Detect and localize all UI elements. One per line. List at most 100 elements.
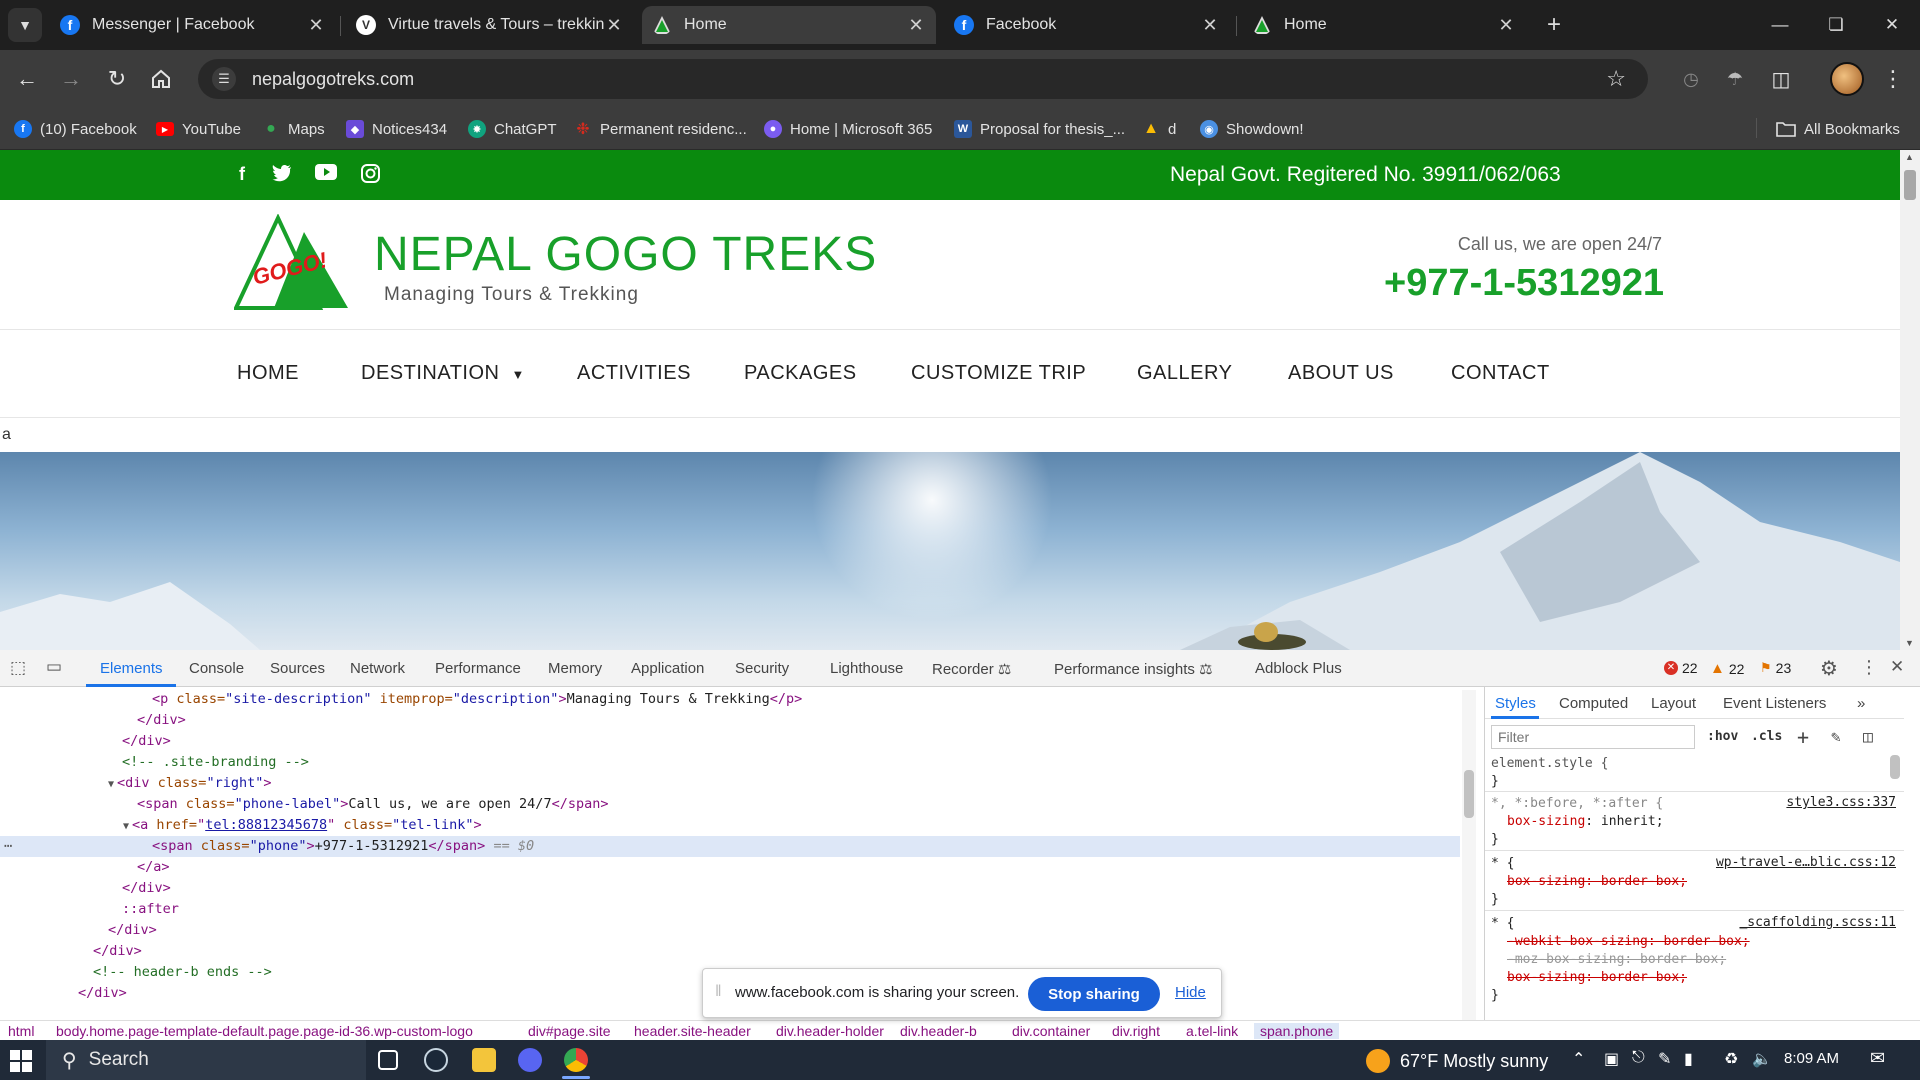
battery-icon[interactable]: ▮ xyxy=(1684,1049,1693,1069)
extension-button[interactable]: ☂ xyxy=(1716,60,1754,98)
hov-toggle[interactable]: :hov xyxy=(1707,729,1738,744)
tab-lighthouse[interactable]: Lighthouse xyxy=(830,660,903,677)
reload-button[interactable]: ↻ xyxy=(98,60,136,98)
forward-button[interactable]: → xyxy=(52,60,90,98)
tab-memory[interactable]: Memory xyxy=(548,660,602,677)
breadcrumb-item[interactable]: div.container xyxy=(1012,1023,1090,1039)
dom-line-selected[interactable]: ⋯ <span class="phone">+977-1-5312921</spa… xyxy=(0,836,1460,857)
rule-source-link[interactable]: _scaffolding.scss:11 xyxy=(1739,915,1896,930)
dom-line[interactable]: </div> xyxy=(0,731,1460,752)
tab-performance[interactable]: Performance xyxy=(435,660,521,677)
tab-performance-insights[interactable]: Performance insights ⚖ xyxy=(1054,660,1213,678)
styles-scrollbar[interactable] xyxy=(1890,755,1900,779)
profile-avatar[interactable] xyxy=(1830,62,1864,96)
dom-line[interactable]: <p class="site-description" itemprop="de… xyxy=(0,689,1460,710)
file-explorer-icon[interactable] xyxy=(472,1048,496,1072)
close-icon[interactable]: ✕ xyxy=(906,15,926,36)
rule-declaration[interactable]: box-sizing: inherit; xyxy=(1507,813,1664,831)
twitter-icon[interactable] xyxy=(270,164,294,186)
hide-link[interactable]: Hide xyxy=(1175,984,1206,1001)
bookmark-chatgpt[interactable]: ✸ ChatGPT xyxy=(468,116,557,142)
tab-home-active[interactable]: Home ✕ xyxy=(642,6,936,44)
steam-icon[interactable] xyxy=(424,1048,448,1072)
expand-triangle-icon[interactable]: ▼ xyxy=(108,779,114,790)
bookmark-notices[interactable]: ◆ Notices434 xyxy=(346,116,447,142)
tab-event-listeners[interactable]: Event Listeners xyxy=(1723,695,1826,712)
scrollbar-thumb[interactable] xyxy=(1904,170,1916,200)
all-bookmarks[interactable]: All Bookmarks xyxy=(1776,116,1900,142)
expand-triangle-icon[interactable]: ▼ xyxy=(123,821,129,832)
menu-button[interactable]: ⋮ xyxy=(1874,60,1912,98)
rule-declaration-overridden[interactable]: -moz-box-sizing: border-box; xyxy=(1507,951,1726,969)
phone-link[interactable]: +977-1-5312921 xyxy=(1384,262,1664,305)
rule-declaration-overridden[interactable]: -webkit-box-sizing: border-box; xyxy=(1507,933,1750,951)
tab-sources[interactable]: Sources xyxy=(270,660,325,677)
site-logo[interactable]: GOGO! xyxy=(232,213,352,312)
rule-source-link[interactable]: wp-travel-e…blic.css:12 xyxy=(1716,855,1896,870)
close-icon[interactable]: ✕ xyxy=(1200,15,1220,36)
pen-icon[interactable]: ✎ xyxy=(1658,1049,1671,1069)
tab-styles[interactable]: Styles xyxy=(1495,695,1536,712)
bookmark-facebook[interactable]: f (10) Facebook xyxy=(14,116,137,142)
tab-virtue-travels[interactable]: V Virtue travels & Tours – trekking ✕ xyxy=(346,6,634,44)
chevron-up-icon[interactable]: ⌃ xyxy=(1572,1049,1585,1069)
nav-gallery[interactable]: GALLERY xyxy=(1137,362,1232,385)
dom-line[interactable]: <span class="phone-label">Call us, we ar… xyxy=(0,794,1460,815)
home-button[interactable] xyxy=(142,60,180,98)
dom-line[interactable]: ▼ <div class="right"> xyxy=(0,773,1460,794)
restore-button[interactable]: ❏ xyxy=(1808,0,1864,50)
tab-security[interactable]: Security xyxy=(735,660,789,677)
dom-line[interactable]: ▼ <a href="tel:88812345678" class="tel-li… xyxy=(0,815,1460,836)
breadcrumb-item-selected[interactable]: span.phone xyxy=(1254,1023,1340,1039)
nav-customize-trip[interactable]: CUSTOMIZE TRIP xyxy=(911,362,1086,385)
rule-source-link[interactable]: style3.css:337 xyxy=(1786,795,1896,810)
meet-now-icon[interactable]: ▣ xyxy=(1604,1049,1619,1069)
scroll-up-icon[interactable]: ▲ xyxy=(1905,152,1914,162)
bookmark-microsoft-365[interactable]: ● Home | Microsoft 365 xyxy=(764,116,932,142)
styles-filter-input[interactable] xyxy=(1491,725,1695,749)
breadcrumb-item[interactable]: div.header-b xyxy=(900,1023,977,1039)
tab-messenger[interactable]: f Messenger | Facebook ✕ xyxy=(50,6,336,44)
breadcrumb-item[interactable]: div.right xyxy=(1112,1023,1160,1039)
drag-handle-icon[interactable]: ‖ xyxy=(715,983,722,1001)
more-tabs-icon[interactable]: » xyxy=(1857,695,1865,712)
inspect-element-icon[interactable]: ⬚ xyxy=(10,658,26,678)
error-counter[interactable]: ✕ 22 xyxy=(1664,660,1698,676)
dom-line[interactable]: </a> xyxy=(0,857,1460,878)
dom-scrollbar-thumb[interactable] xyxy=(1464,770,1474,818)
dom-line[interactable]: ::after xyxy=(0,899,1460,920)
gear-icon[interactable]: ⚙ xyxy=(1820,656,1838,681)
tab-layout[interactable]: Layout xyxy=(1651,695,1696,712)
address-bar[interactable]: ☰ nepalgogotreks.com ☆ xyxy=(198,59,1648,99)
nav-home[interactable]: HOME xyxy=(237,362,299,385)
tab-search-button[interactable]: ▼ xyxy=(8,8,42,42)
breadcrumb-item[interactable]: a.tel-link xyxy=(1186,1023,1238,1039)
bookmark-d[interactable]: ▲ d xyxy=(1142,116,1176,142)
weather-widget[interactable]: 67°F Mostly sunny xyxy=(1366,1049,1548,1073)
cls-toggle[interactable]: .cls xyxy=(1751,729,1782,744)
task-view-icon[interactable] xyxy=(378,1050,398,1070)
bookmark-maps[interactable]: ● Maps xyxy=(262,116,325,142)
dom-line[interactable]: <!-- .site-branding --> xyxy=(0,752,1460,773)
nav-contact[interactable]: CONTACT xyxy=(1451,362,1550,385)
nav-about-us[interactable]: ABOUT US xyxy=(1288,362,1394,385)
taskbar-search[interactable]: ⚲ Search xyxy=(46,1040,366,1080)
tab-computed[interactable]: Computed xyxy=(1559,695,1628,712)
paint-brush-icon[interactable]: ✎ xyxy=(1831,727,1841,746)
microphone-icon[interactable]: ⎋ xyxy=(1632,1049,1645,1067)
site-title[interactable]: NEPAL GOGO TREKS xyxy=(374,227,877,282)
breadcrumb-item[interactable]: body.home.page-template-default.page.pag… xyxy=(56,1023,473,1039)
kebab-menu-icon[interactable]: ⋮ xyxy=(1860,657,1878,678)
new-rule-icon[interactable]: + xyxy=(1797,725,1809,749)
href-link[interactable]: tel:88812345678 xyxy=(205,817,327,833)
tab-network[interactable]: Network xyxy=(350,660,405,677)
facebook-icon[interactable]: f xyxy=(230,164,254,186)
minimize-button[interactable]: — xyxy=(1752,0,1808,50)
page-scrollbar[interactable]: ▲ ▼ xyxy=(1900,150,1920,650)
instagram-icon[interactable] xyxy=(358,164,382,186)
tab-adblock-plus[interactable]: Adblock Plus xyxy=(1255,660,1342,677)
start-button[interactable] xyxy=(10,1050,32,1072)
breadcrumb-item[interactable]: div.header-holder xyxy=(776,1023,884,1039)
more-actions-icon[interactable]: ⋯ xyxy=(4,836,12,857)
close-icon[interactable]: ✕ xyxy=(306,15,326,36)
